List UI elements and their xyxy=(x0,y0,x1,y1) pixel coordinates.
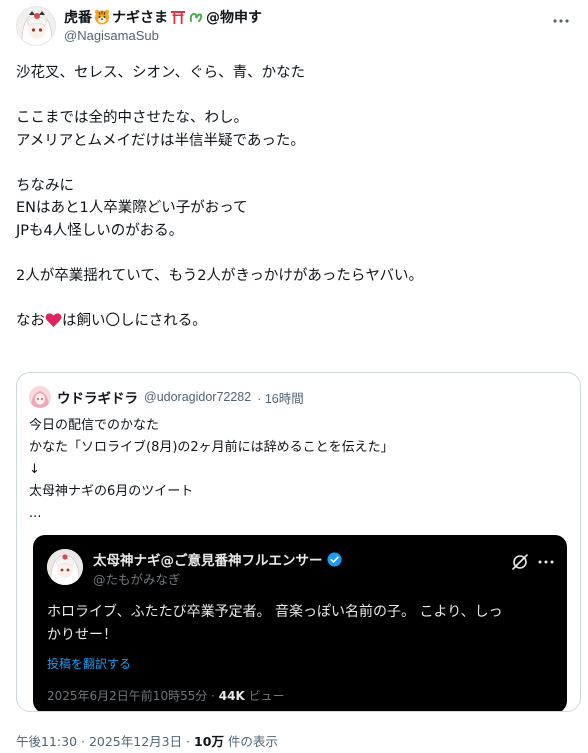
post-timestamp[interactable]: 午後11:30 · 2025年12月3日 · xyxy=(16,734,194,749)
quoted-line: ... xyxy=(29,506,42,521)
embedded-views-label: ビュー xyxy=(244,689,285,703)
tweet-line: 沙花叉、セレス、シオン、ぐら、青、かなた xyxy=(16,65,306,81)
quoted-line: 太母神ナギの6月のツイート xyxy=(29,484,194,499)
avatar-girl-icon xyxy=(17,7,55,45)
views-label: 件の表示 xyxy=(223,734,278,749)
grok-icon xyxy=(512,554,528,570)
embedded-date: 2025年6月2日午前10時55分 · xyxy=(47,689,219,703)
quoted-tweet-header: ウドラギドラ @udoragidor72282 · 16時間 xyxy=(29,386,304,408)
avatar-girl-icon xyxy=(47,549,83,585)
quoted-tweet[interactable]: ウドラギドラ @udoragidor72282 · 16時間 今日の配信でのかな… xyxy=(16,372,581,712)
tweet-line: 2人が卒業揺れていて、もう2人がきっかけがあったらヤバい。 xyxy=(16,267,424,284)
quoted-author-name[interactable]: ウドラギドラ xyxy=(57,387,138,407)
green-swirl-icon xyxy=(188,9,204,25)
embedded-name-text: 太母神ナギ@ご意見番神フルエンサー xyxy=(93,553,323,569)
author-name-suffix: @物申す xyxy=(206,10,262,26)
tweet-line xyxy=(16,152,572,175)
tweet-line: ここまでは全的中させたな、わし。 xyxy=(16,110,248,126)
tweet-text: 沙花叉、セレス、シオン、ぐら、青、かなた ここまでは全的中させたな、わし。 アメ… xyxy=(16,62,572,332)
tweet-header: 虎番 ナギさま @物申す @NagisamaSub xyxy=(16,6,576,48)
tweet-line xyxy=(16,85,572,108)
quoted-text: 今日の配信でのかなた かなた「ソロライブ(8月)の2ヶ月前には辞めることを伝えた… xyxy=(29,415,394,525)
translate-link: 投稿を翻訳する xyxy=(47,657,132,671)
tiger-face-icon xyxy=(94,9,110,25)
tweet-line xyxy=(16,242,572,265)
tweet-line: JPも4人怪しいのがおる。 xyxy=(16,222,184,239)
torii-gate-icon xyxy=(171,11,185,24)
quoted-author-handle[interactable]: @udoragidor72282 xyxy=(144,390,251,404)
embedded-author-handle: @たもがみなぎ xyxy=(93,572,181,587)
more-options-icon[interactable] xyxy=(552,12,570,30)
last-line-suffix: は飼い〇しにされる。 xyxy=(62,312,207,329)
tweet-line xyxy=(16,287,572,310)
tweet-line-last: なお は飼い〇しにされる。 xyxy=(16,310,572,333)
embedded-meta: 2025年6月2日午前10時55分 · 44K ビュー xyxy=(47,687,285,704)
red-heart-icon xyxy=(45,312,62,327)
tweet-line: アメリアとムメイだけは半信半疑であった。 xyxy=(16,132,305,149)
author-handle[interactable]: @NagisamaSub xyxy=(64,28,159,43)
quoted-avatar[interactable] xyxy=(29,386,51,408)
embedded-tweet-text: ホロライブ、ふたたび卒業予定者。 音楽っぽい名前の子。 こより、しっ かりせー！ xyxy=(47,601,503,647)
author-name[interactable]: 虎番 ナギさま @物申す xyxy=(64,8,262,26)
quoted-line: ↓ xyxy=(29,462,40,477)
last-line-prefix: なお xyxy=(16,312,45,329)
embedded-views-count: 44K xyxy=(218,689,245,703)
quoted-line: かなた「ソロライブ(8月)の2ヶ月前には辞めることを伝えた」 xyxy=(29,440,394,455)
tweet-meta: 午後11:30 · 2025年12月3日 · 10万 件の表示 xyxy=(16,731,278,750)
quoted-line: 今日の配信でのかなた xyxy=(29,418,160,433)
author-name-middle: ナギさま xyxy=(112,10,168,26)
embedded-author-name: 太母神ナギ@ご意見番神フルエンサー xyxy=(93,549,342,569)
embedded-avatar xyxy=(47,549,83,585)
tweet-line: ちなみに xyxy=(16,177,74,194)
author-name-prefix: 虎番 xyxy=(64,10,92,26)
tweet-line: ENはあと1人卒業際どい子がおって xyxy=(16,200,248,216)
avatar-pink-hair-icon xyxy=(29,386,51,408)
more-options-icon xyxy=(538,560,554,564)
views-count: 10万 xyxy=(194,734,224,749)
quoted-time[interactable]: · 16時間 xyxy=(257,388,304,407)
verified-badge-icon xyxy=(326,551,342,567)
embedded-screenshot[interactable]: 太母神ナギ@ご意見番神フルエンサー @たもがみなぎ ホロライブ、ふたたび卒業予定… xyxy=(33,535,567,711)
embedded-line: かりせー！ xyxy=(47,627,117,643)
embedded-line: ホロライブ、ふたたび卒業予定者。 音楽っぽい名前の子。 こより、しっ xyxy=(47,604,503,620)
author-avatar[interactable] xyxy=(16,6,56,46)
